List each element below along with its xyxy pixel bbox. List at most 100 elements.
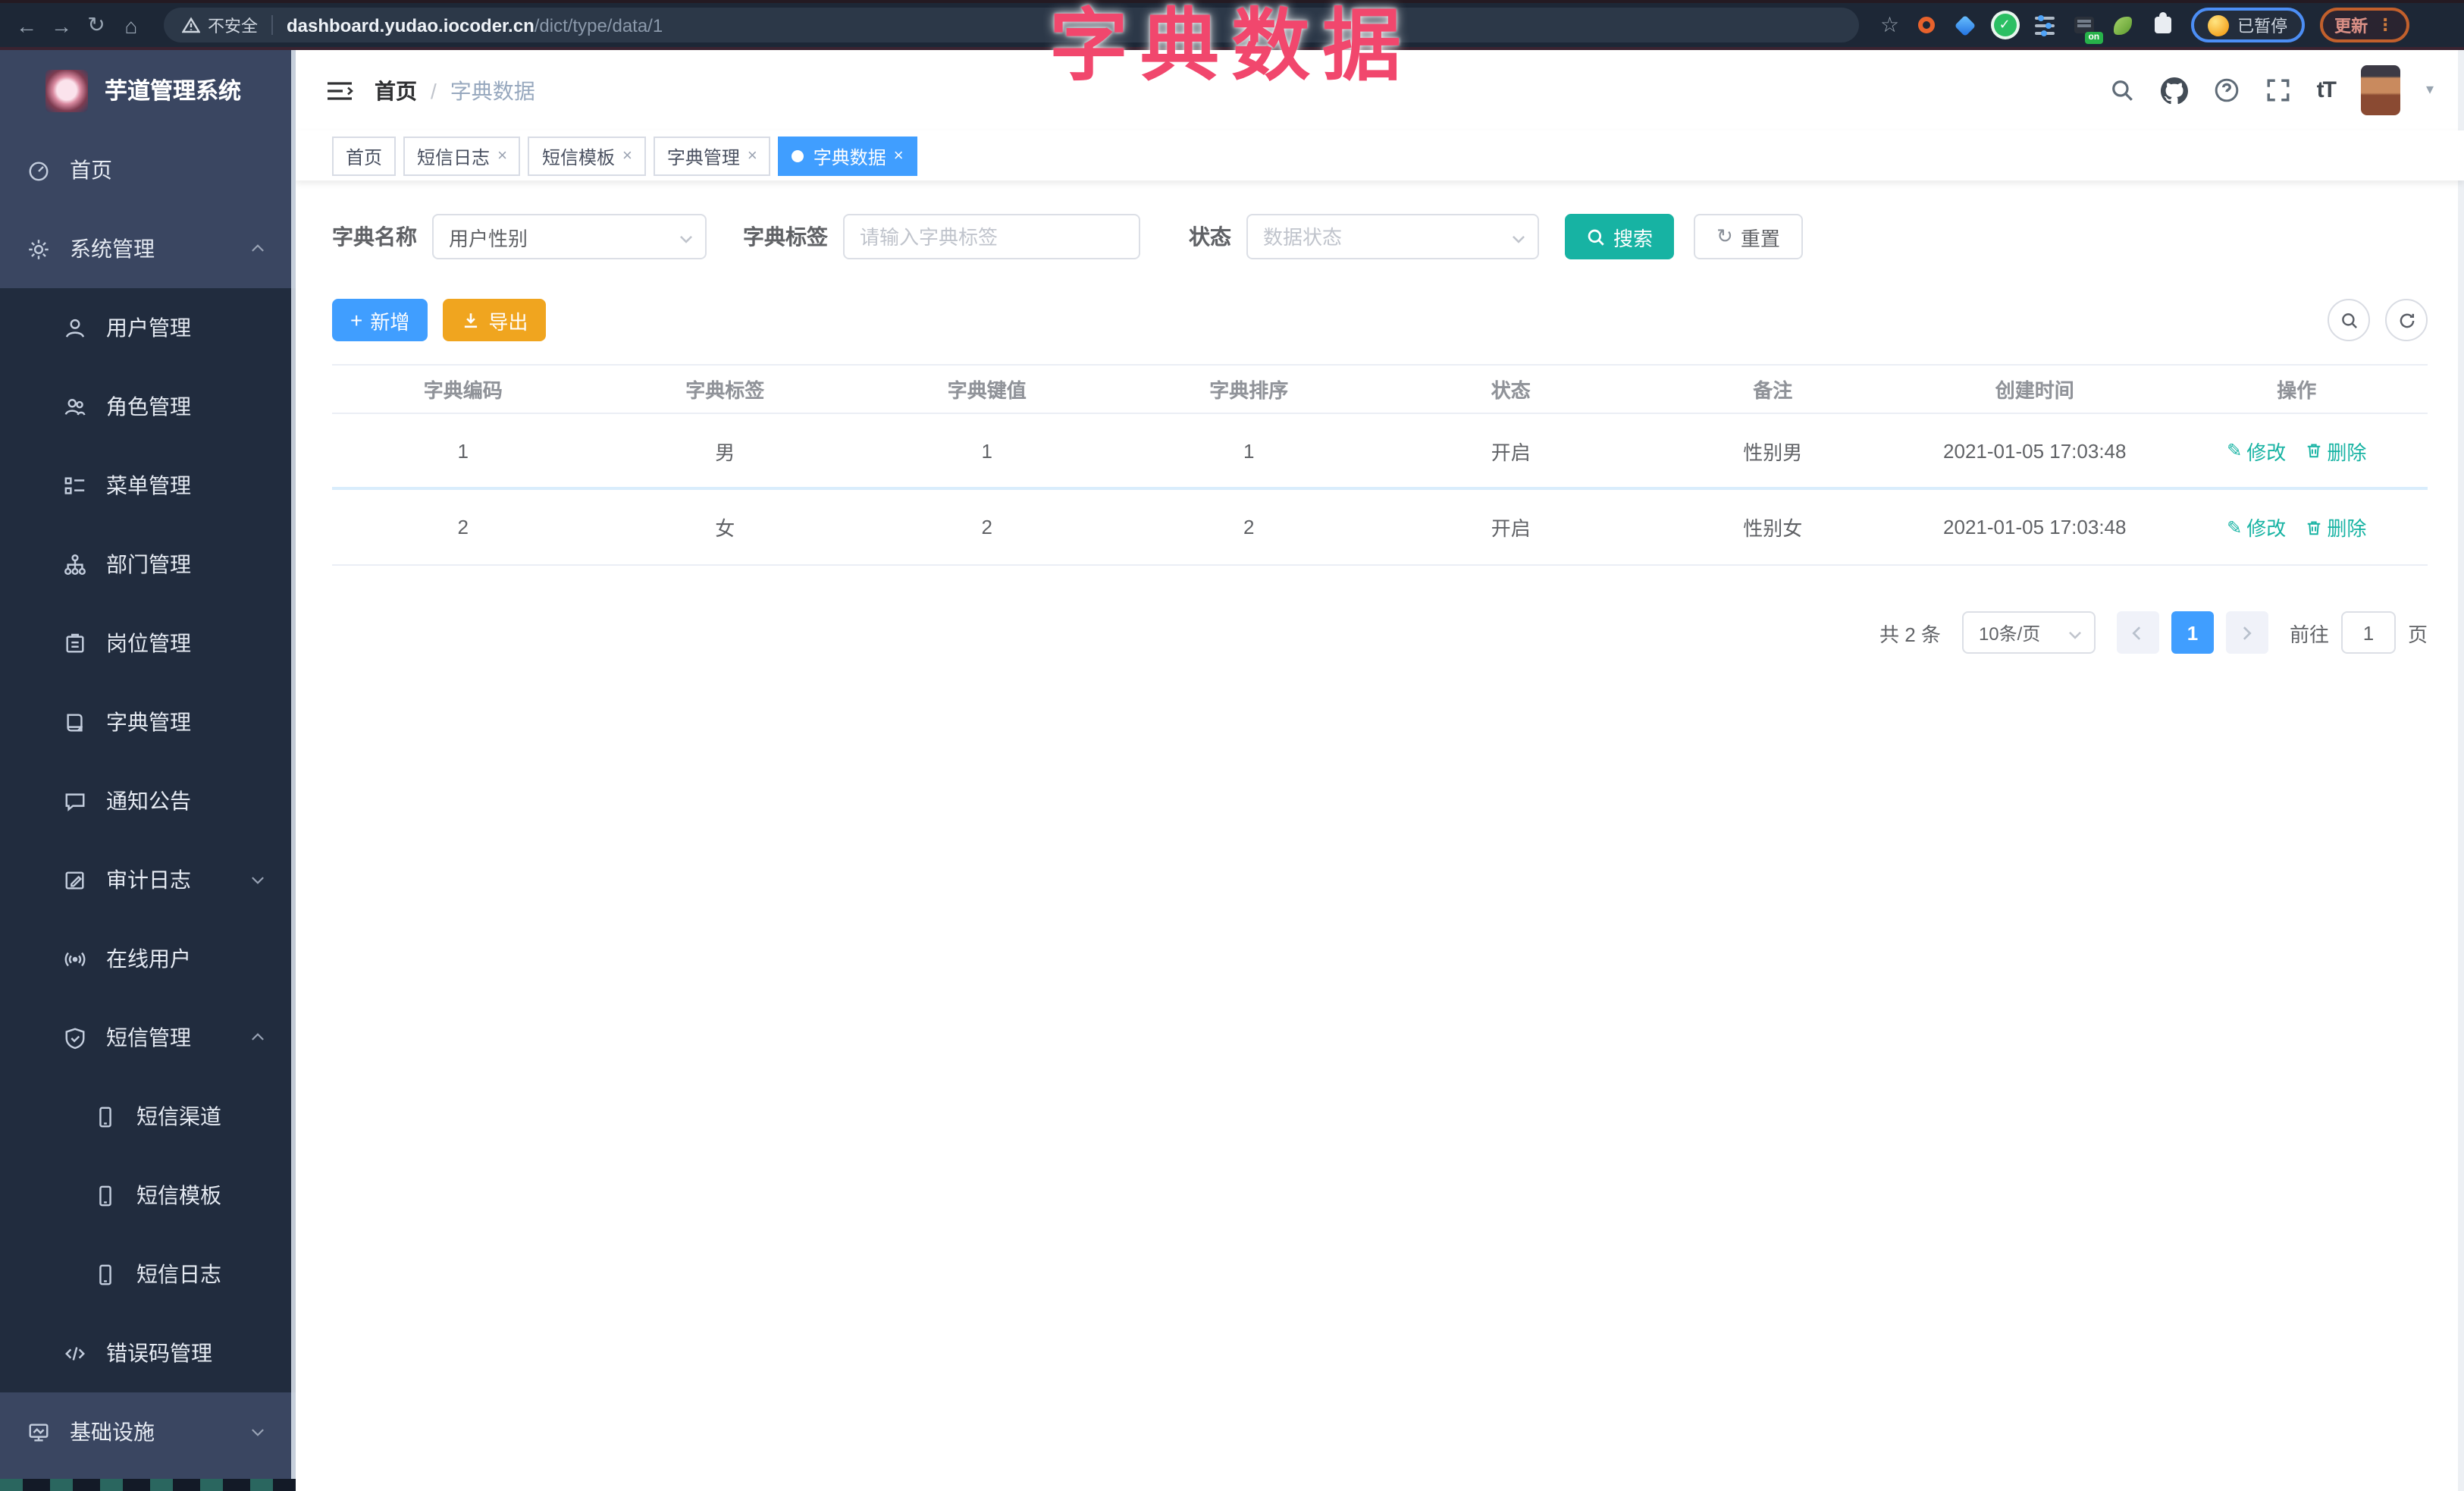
search-icon <box>1588 228 1604 245</box>
forward-button[interactable]: → <box>50 13 73 37</box>
edit-link[interactable]: ✎ 修改 <box>2227 513 2286 541</box>
browser-toolbar: ← → ↻ ⌂ 不安全 dashboard.yudao.iocoder.cn/d… <box>0 0 2464 50</box>
back-button[interactable]: ← <box>15 13 38 37</box>
security-warning-icon <box>182 17 200 33</box>
screen: ← → ↻ ⌂ 不安全 dashboard.yudao.iocoder.cn/d… <box>0 0 2464 1491</box>
header-search-icon[interactable] <box>2109 77 2135 103</box>
table-toolbar: + 新增 导出 <box>332 299 2428 341</box>
github-icon[interactable] <box>2160 77 2188 104</box>
tab-dict-management[interactable]: 字典管理 × <box>653 137 771 176</box>
avatar-caret-icon[interactable]: ▾ <box>2426 82 2434 99</box>
extension-green-check-icon[interactable]: ✓ <box>1992 12 2017 38</box>
sidebar-item-error-code[interactable]: 错误码管理 <box>0 1314 296 1392</box>
extension-orange-ring-icon[interactable] <box>1913 12 1939 38</box>
sidebar-item-sms-template[interactable]: 短信模板 <box>0 1156 296 1235</box>
tab-home[interactable]: 首页 <box>332 137 397 176</box>
page-number-1[interactable]: 1 <box>2171 611 2214 654</box>
sidebar-item-role-management[interactable]: 角色管理 <box>0 367 296 446</box>
brand-header[interactable]: 芋道管理系统 <box>0 50 296 130</box>
search-button[interactable]: 搜索 <box>1565 214 1675 259</box>
delete-link[interactable]: 删除 <box>2304 436 2366 465</box>
reset-button[interactable]: ↻ 重置 <box>1694 214 1803 259</box>
sidebar-item-menu-management[interactable]: 菜单管理 <box>0 446 296 525</box>
profile-paused-chip[interactable]: 已暂停 <box>2190 8 2305 42</box>
dictionary-book-icon <box>64 711 86 733</box>
sidebar-item-sms-log[interactable]: 短信日志 <box>0 1235 296 1314</box>
sidebar-item-dict-management[interactable]: 字典管理 <box>0 683 296 761</box>
org-tree-icon <box>64 553 86 576</box>
user-avatar[interactable] <box>2360 65 2400 115</box>
status-select[interactable] <box>1246 214 1539 259</box>
page-vertical-scrollbar[interactable] <box>2458 50 2464 1491</box>
phone-icon <box>94 1184 117 1207</box>
breadcrumb-home[interactable]: 首页 <box>375 75 417 105</box>
users-icon <box>64 395 86 418</box>
column-header: 状态 <box>1491 379 1531 402</box>
browser-update-button[interactable]: 更新 ⋮ <box>2319 8 2409 42</box>
add-button[interactable]: + 新增 <box>332 299 428 341</box>
dict-label-input[interactable] <box>843 214 1140 259</box>
refresh-table-button[interactable] <box>2385 299 2428 341</box>
address-bar[interactable]: 不安全 dashboard.yudao.iocoder.cn/dict/type… <box>164 8 1859 42</box>
status-value: 开启 <box>1491 517 1531 540</box>
user-icon <box>64 316 86 339</box>
prev-page-button[interactable] <box>2116 611 2159 654</box>
edit-log-icon <box>64 868 86 891</box>
next-page-button[interactable] <box>2225 611 2268 654</box>
extension-leaf-icon[interactable] <box>2110 12 2136 38</box>
sidebar-item-department-management[interactable]: 部门管理 <box>0 525 296 604</box>
toggle-search-button[interactable] <box>2328 299 2370 341</box>
extension-sliders-icon[interactable] <box>2031 12 2057 38</box>
sidebar-horizontal-scrollbar[interactable] <box>0 1479 296 1491</box>
sidebar-item-user-management[interactable]: 用户管理 <box>0 288 296 367</box>
table-header-row: 字典编码 字典标签 字典键值 字典排序 状态 备注 创建时间 操作 <box>332 366 2428 414</box>
help-icon[interactable] <box>2214 77 2240 103</box>
close-icon[interactable]: × <box>622 147 632 165</box>
font-size-icon[interactable]: tT <box>2317 77 2337 103</box>
sidebar-item-audit-log[interactable]: 审计日志 <box>0 840 296 919</box>
sidebar: 芋道管理系统 首页 系统管理 用户管理 角色管理 菜单管理 部门管理 岗位管理 … <box>0 50 296 1491</box>
page-size-select[interactable]: 10条/页 <box>1961 611 2096 654</box>
sidebar-item-notice[interactable]: 通知公告 <box>0 761 296 840</box>
dashboard-icon <box>27 159 50 181</box>
dict-type-select[interactable] <box>432 214 707 259</box>
fullscreen-icon[interactable] <box>2265 77 2291 103</box>
sidebar-item-online-users[interactable]: 在线用户 <box>0 919 296 998</box>
close-icon[interactable]: × <box>894 147 904 165</box>
sidebar-item-sms-management[interactable]: 短信管理 <box>0 998 296 1077</box>
chevron-up-icon <box>250 1030 265 1045</box>
sidebar-item-post-management[interactable]: 岗位管理 <box>0 604 296 683</box>
system-submenu: 用户管理 角色管理 菜单管理 部门管理 岗位管理 字典管理 通知公告 审计日志 … <box>0 288 296 1392</box>
export-button[interactable]: 导出 <box>443 299 547 341</box>
close-icon[interactable]: × <box>748 147 757 165</box>
status-value: 开启 <box>1491 441 1531 463</box>
extension-on-switch-icon[interactable]: on <box>2071 12 2103 44</box>
chevron-up-icon <box>250 241 265 256</box>
page-header: 首页 / 字典数据 tT ▾ <box>296 50 2464 130</box>
page-content: 字典名称 字典标签 状态 搜索 <box>296 180 2464 654</box>
close-icon[interactable]: × <box>497 147 507 165</box>
sidebar-item-sms-channel[interactable]: 短信渠道 <box>0 1077 296 1156</box>
tab-sms-log[interactable]: 短信日志 × <box>403 137 521 176</box>
edit-link[interactable]: ✎ 修改 <box>2227 436 2286 465</box>
extension-blue-gem-icon[interactable] <box>1952 12 1978 38</box>
sidebar-item-home[interactable]: 首页 <box>0 130 296 209</box>
table-row: 2 女 2 2 开启 性别女 2021-01-05 17:03:48 ✎ 修改 删… <box>332 490 2428 566</box>
sidebar-collapse-button[interactable] <box>326 80 353 101</box>
tab-sms-template[interactable]: 短信模板 × <box>528 137 646 176</box>
home-button[interactable]: ⌂ <box>120 13 143 37</box>
reload-button[interactable]: ↻ <box>85 12 108 38</box>
extension-puzzle-icon[interactable] <box>2149 12 2175 38</box>
goto-page-input[interactable] <box>2340 611 2396 654</box>
sidebar-item-system-management[interactable]: 系统管理 <box>0 209 296 288</box>
search-form: 字典名称 字典标签 状态 搜索 <box>332 214 2428 259</box>
table-row: 1 男 1 1 开启 性别男 2021-01-05 17:03:48 ✎ 修改 删… <box>332 414 2428 490</box>
dict-data-table: 字典编码 字典标签 字典键值 字典排序 状态 备注 创建时间 操作 1 男 1 … <box>332 364 2428 566</box>
tab-dict-data-active[interactable]: 字典数据 × <box>778 137 917 176</box>
refresh-icon: ↻ <box>1716 224 1733 247</box>
bookmark-star-icon[interactable]: ☆ <box>1880 12 1899 38</box>
goto-unit: 页 <box>2407 623 2428 645</box>
delete-link[interactable]: 删除 <box>2304 513 2366 541</box>
browser-menu-dots-icon[interactable]: ⋮ <box>2377 15 2393 35</box>
sidebar-item-infrastructure[interactable]: 基础设施 <box>0 1392 296 1471</box>
